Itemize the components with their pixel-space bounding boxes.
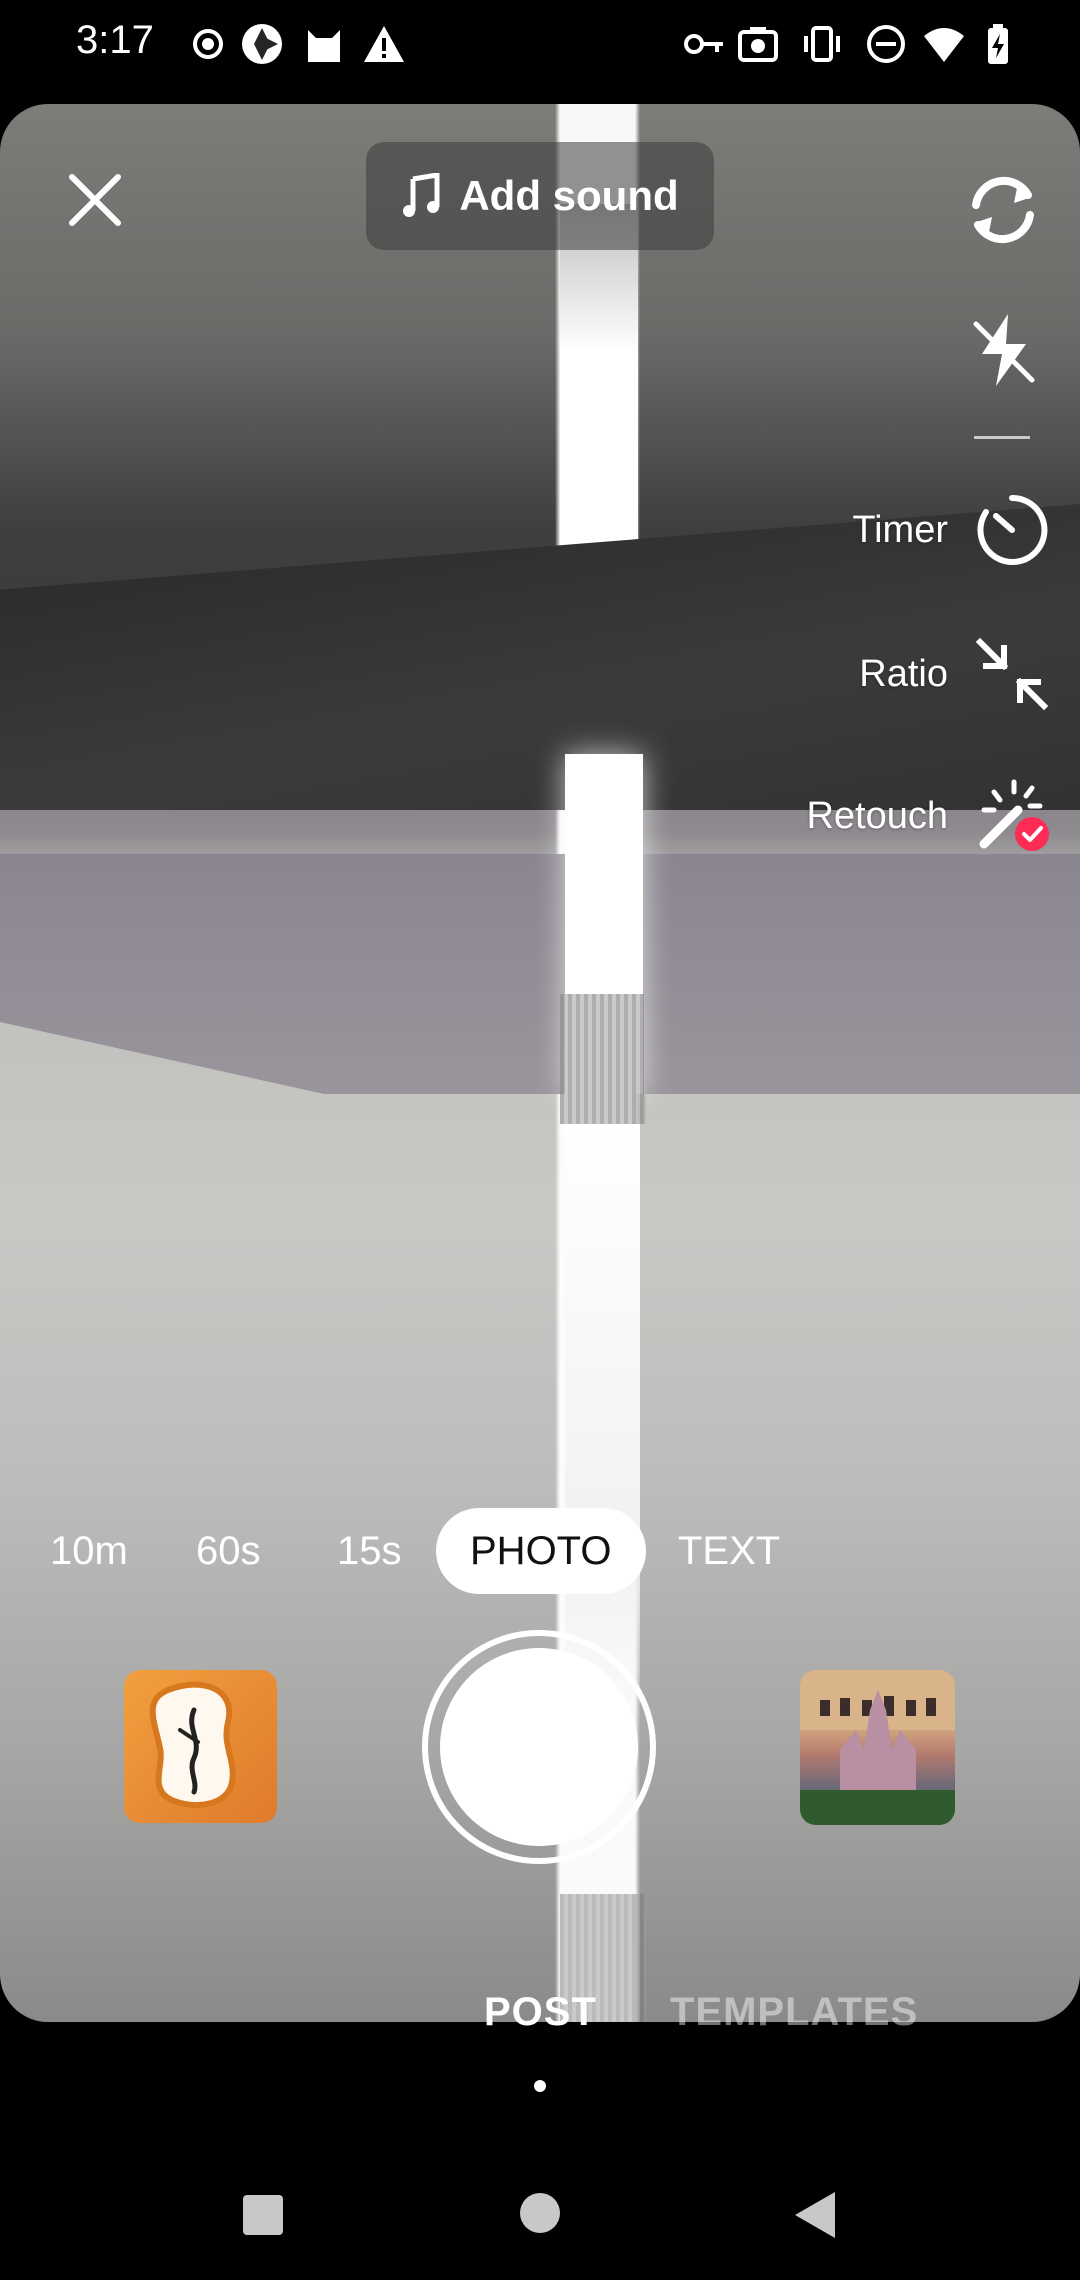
- music-note-icon: [403, 173, 440, 217]
- shutter-button[interactable]: [422, 1630, 656, 1864]
- key-icon: [684, 34, 723, 54]
- mode-10m[interactable]: 10m: [50, 1508, 128, 1594]
- gallery-thumbnail-icon: [800, 1670, 955, 1825]
- tools-divider: [974, 436, 1030, 439]
- warning-icon: [364, 26, 404, 62]
- status-bar: 3:17: [0, 0, 1080, 96]
- mode-selector: 10m 60s 15s PHOTO TEXT: [0, 1508, 1080, 1594]
- flip-camera-icon[interactable]: [958, 165, 1048, 255]
- timer-label: Timer: [852, 508, 948, 551]
- ratio-icon: [975, 637, 1049, 711]
- retouch-wand-icon: [979, 779, 1049, 851]
- cat-icon: [308, 30, 340, 62]
- mode-text[interactable]: TEXT: [678, 1508, 780, 1594]
- light-fixture: [560, 204, 638, 574]
- vent-grille: [560, 994, 646, 1124]
- vibrate-icon: [804, 26, 840, 62]
- status-time: 3:17: [76, 18, 154, 62]
- home-button[interactable]: [520, 2193, 560, 2233]
- add-sound-label: Add sound: [459, 172, 679, 219]
- light-fixture: [565, 1124, 640, 1724]
- mode-photo[interactable]: PHOTO: [436, 1508, 646, 1594]
- wifi-icon: [924, 28, 964, 62]
- bottom-tabs: POST TEMPLATES: [0, 1990, 1080, 2050]
- melting-clock-icon: [149, 1681, 236, 1809]
- effects-button[interactable]: [124, 1670, 277, 1823]
- record-icon: [193, 29, 223, 59]
- dnd-icon: [867, 25, 905, 63]
- flash-off-icon[interactable]: [970, 310, 1038, 390]
- mode-15s[interactable]: 15s: [337, 1508, 402, 1594]
- battery-charging-icon: [988, 24, 1008, 64]
- ratio-label: Ratio: [859, 652, 948, 695]
- ceiling-panel: [0, 854, 1080, 1094]
- timer-button[interactable]: Timer: [852, 492, 1050, 568]
- active-tab-indicator: [534, 2080, 546, 2092]
- shutter-app-icon: [242, 24, 282, 64]
- shutter-inner: [440, 1648, 638, 1846]
- add-sound-button[interactable]: Add sound: [366, 142, 714, 250]
- retouch-button[interactable]: Retouch: [806, 778, 1050, 854]
- mode-60s[interactable]: 60s: [196, 1508, 261, 1594]
- upload-gallery-button[interactable]: [800, 1670, 955, 1825]
- ratio-button[interactable]: Ratio: [859, 636, 1050, 712]
- tab-templates[interactable]: TEMPLATES: [670, 1990, 918, 2035]
- close-icon[interactable]: [60, 165, 130, 235]
- recents-button[interactable]: [243, 2195, 283, 2235]
- retouch-label: Retouch: [806, 794, 948, 837]
- tab-post[interactable]: POST: [484, 1990, 597, 2035]
- back-button[interactable]: [795, 2192, 835, 2238]
- screenshot-icon: [738, 27, 778, 62]
- timer-icon: [977, 494, 1048, 565]
